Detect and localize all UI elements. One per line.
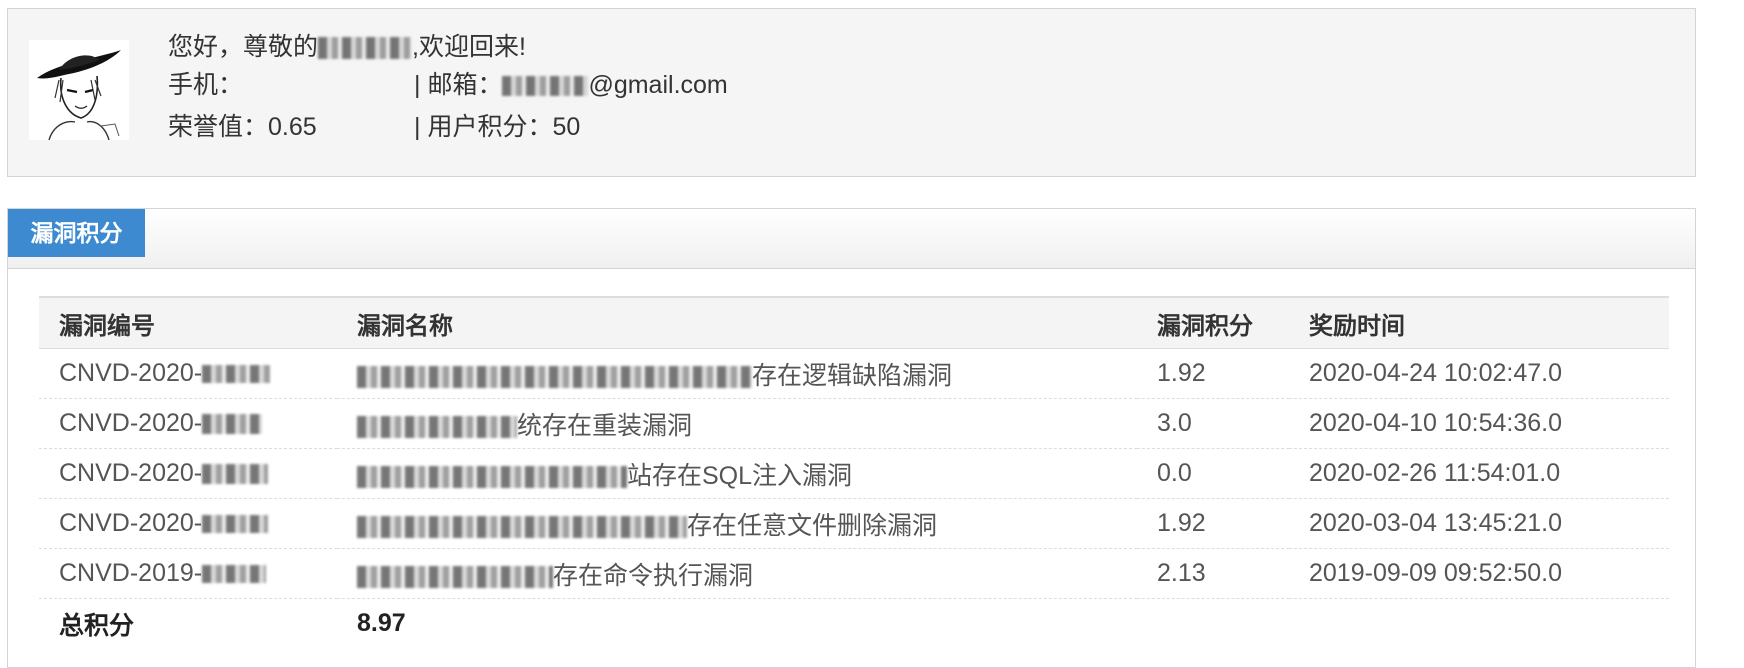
column-header-name: 漏洞名称 bbox=[337, 297, 1137, 349]
table-row: CNVD-2020- 站存在SQL注入漏洞 0.0 2020-02-26 11:… bbox=[39, 448, 1669, 499]
table-row: CNVD-2020- 存在任意文件删除漏洞 1.92 2020-03-04 13… bbox=[39, 498, 1669, 549]
vuln-score: 1.92 bbox=[1137, 498, 1289, 549]
points-field: | 用户积分：50 bbox=[414, 112, 580, 142]
score-table: 漏洞编号 漏洞名称 漏洞积分 奖励时间 CNVD-2020- 存在逻辑缺陷漏洞 … bbox=[39, 296, 1669, 648]
avatar-sketch-icon bbox=[29, 40, 129, 140]
redacted-id bbox=[202, 565, 267, 584]
vuln-id-cell: CNVD-2020- bbox=[39, 398, 337, 449]
email-field: | 邮箱： @gmail.com bbox=[414, 70, 728, 100]
reward-time: 2020-02-26 11:54:01.0 bbox=[1289, 448, 1669, 499]
redacted-name bbox=[357, 515, 687, 538]
column-header-time: 奖励时间 bbox=[1289, 297, 1669, 349]
vuln-name-cell: 站存在SQL注入漏洞 bbox=[337, 448, 1137, 499]
vuln-name: 存在任意文件删除漏洞 bbox=[687, 511, 938, 540]
vuln-id: CNVD-2020- bbox=[59, 509, 203, 537]
honor-value: 0.65 bbox=[268, 113, 317, 141]
vuln-name: 统存在重装漏洞 bbox=[517, 411, 693, 440]
email-suffix: @gmail.com bbox=[588, 71, 728, 99]
vuln-name: 站存在SQL注入漏洞 bbox=[627, 461, 853, 490]
column-header-score: 漏洞积分 bbox=[1137, 297, 1289, 349]
empty-cell bbox=[1289, 599, 1669, 649]
redacted-id bbox=[202, 365, 271, 384]
vuln-name-cell: 存在命令执行漏洞 bbox=[337, 548, 1137, 599]
vuln-id: CNVD-2019- bbox=[59, 559, 203, 587]
column-header-id: 漏洞编号 bbox=[39, 297, 337, 349]
total-row: 总积分 8.97 bbox=[39, 599, 1669, 649]
email-label: | 邮箱： bbox=[414, 71, 503, 99]
redacted-email bbox=[502, 76, 589, 97]
reward-time: 2020-03-04 13:45:21.0 bbox=[1289, 498, 1669, 549]
redacted-id bbox=[202, 464, 269, 485]
vuln-score: 0.0 bbox=[1137, 448, 1289, 499]
user-info-panel: 您好，尊敬的 ,欢迎回来! 手机： | 邮箱： @gmail.com 荣誉值：0.6… bbox=[7, 8, 1696, 177]
vuln-id: CNVD-2020- bbox=[59, 409, 203, 437]
greeting-line: 您好，尊敬的 ,欢迎回来! bbox=[168, 32, 526, 62]
empty-cell bbox=[1137, 599, 1289, 649]
vuln-id: CNVD-2020- bbox=[59, 359, 203, 387]
score-table-wrap: 漏洞编号 漏洞名称 漏洞积分 奖励时间 CNVD-2020- 存在逻辑缺陷漏洞 … bbox=[39, 296, 1669, 648]
vuln-name: 存在命令执行漏洞 bbox=[553, 561, 754, 590]
avatar bbox=[29, 40, 129, 140]
greeting-suffix: ,欢迎回来! bbox=[412, 33, 526, 61]
vuln-id-cell: CNVD-2020- bbox=[39, 448, 337, 499]
panel-header: 漏洞积分 bbox=[8, 209, 1695, 269]
redacted-name bbox=[357, 415, 517, 438]
tab-vulnerability-score[interactable]: 漏洞积分 bbox=[8, 209, 145, 257]
contact-line: 手机： | 邮箱： @gmail.com bbox=[168, 70, 728, 100]
redacted-id bbox=[202, 515, 269, 534]
vuln-id-cell: CNVD-2020- bbox=[39, 498, 337, 549]
vuln-name-cell: 存在逻辑缺陷漏洞 bbox=[337, 348, 1137, 399]
table-row: CNVD-2020- 统存在重装漏洞 3.0 2020-04-10 10:54:… bbox=[39, 398, 1669, 449]
total-value: 8.97 bbox=[357, 609, 406, 637]
vuln-id: CNVD-2020- bbox=[59, 459, 203, 487]
reward-time: 2019-09-09 09:52:50.0 bbox=[1289, 548, 1669, 599]
vuln-name: 存在逻辑缺陷漏洞 bbox=[752, 361, 953, 390]
stats-line: 荣誉值：0.65 | 用户积分：50 bbox=[168, 112, 580, 142]
table-row: CNVD-2019- 存在命令执行漏洞 2.13 2019-09-09 09:5… bbox=[39, 548, 1669, 599]
table-header-row: 漏洞编号 漏洞名称 漏洞积分 奖励时间 bbox=[39, 297, 1669, 349]
phone-label: 手机： bbox=[168, 71, 244, 99]
redacted-username bbox=[318, 37, 413, 60]
vuln-name-cell: 统存在重装漏洞 bbox=[337, 398, 1137, 449]
vuln-id-cell: CNVD-2019- bbox=[39, 548, 337, 599]
redacted-name bbox=[357, 365, 752, 388]
reward-time: 2020-04-24 10:02:47.0 bbox=[1289, 348, 1669, 399]
vuln-score: 2.13 bbox=[1137, 548, 1289, 599]
redacted-name bbox=[357, 565, 553, 588]
points-label: | 用户积分： bbox=[414, 113, 553, 141]
reward-time: 2020-04-10 10:54:36.0 bbox=[1289, 398, 1669, 449]
vuln-score: 1.92 bbox=[1137, 348, 1289, 399]
vuln-id-cell: CNVD-2020- bbox=[39, 348, 337, 399]
table-row: CNVD-2020- 存在逻辑缺陷漏洞 1.92 2020-04-24 10:0… bbox=[39, 348, 1669, 399]
vuln-name-cell: 存在任意文件删除漏洞 bbox=[337, 498, 1137, 549]
total-label: 总积分 bbox=[59, 611, 135, 640]
greeting-prefix: 您好，尊敬的 bbox=[168, 33, 319, 61]
redacted-id bbox=[202, 414, 263, 435]
honor-label: 荣誉值： bbox=[168, 113, 269, 141]
vuln-score: 3.0 bbox=[1137, 398, 1289, 449]
vulnerability-score-panel: 漏洞积分 漏洞编号 漏洞名称 漏洞积分 奖励时间 CNVD-2020- 存在逻辑… bbox=[7, 208, 1696, 668]
redacted-name bbox=[357, 465, 627, 488]
points-value: 50 bbox=[552, 113, 581, 141]
